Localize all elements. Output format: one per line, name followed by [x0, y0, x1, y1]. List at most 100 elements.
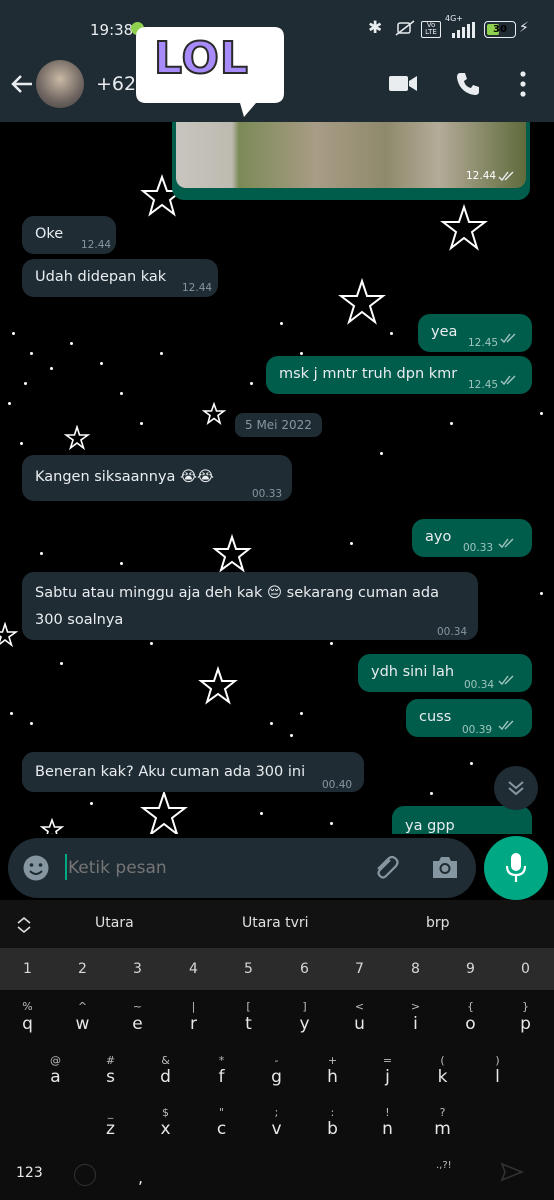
- key-7[interactable]: 7: [332, 961, 387, 977]
- key-m[interactable]: m: [415, 1119, 470, 1139]
- more-options-icon[interactable]: [518, 70, 528, 98]
- suggestion-3[interactable]: brp: [426, 915, 450, 931]
- symbols-key[interactable]: 123: [16, 1165, 43, 1181]
- key-f[interactable]: f: [194, 1067, 249, 1087]
- comma-key[interactable]: ,: [138, 1168, 143, 1187]
- key-u[interactable]: u: [332, 1014, 387, 1034]
- battery-icon: 30: [484, 21, 516, 38]
- message-time: 00.39: [462, 724, 493, 736]
- voice-record-button[interactable]: [484, 836, 548, 900]
- camera-icon[interactable]: [430, 853, 460, 881]
- wallpaper-star: [140, 790, 188, 834]
- punctuation-key[interactable]: .,?!: [436, 1160, 452, 1171]
- incoming-message[interactable]: Oke 12.44: [22, 216, 116, 254]
- outgoing-message[interactable]: yea 12.45: [418, 314, 532, 352]
- key-hint: {: [467, 1000, 474, 1013]
- outgoing-message[interactable]: ya gpp: [392, 806, 532, 834]
- wallpaper-star: [212, 534, 252, 573]
- key-hint: *: [218, 1054, 225, 1067]
- message-text-line2: 300 soalnya: [35, 612, 124, 628]
- message-text: msk j mntr truh dpn kmr: [279, 366, 458, 382]
- video-call-icon[interactable]: [388, 72, 418, 96]
- status-time: 19:38: [90, 21, 134, 39]
- read-ticks-icon: [498, 720, 514, 731]
- read-ticks-icon: [498, 171, 514, 182]
- emoji-icon[interactable]: [22, 854, 50, 882]
- outgoing-message[interactable]: ayo 00.33: [412, 519, 532, 557]
- key-d[interactable]: d: [138, 1067, 193, 1087]
- image-message[interactable]: 12.44: [172, 122, 530, 200]
- key-e[interactable]: e: [110, 1014, 165, 1034]
- suggestion-1[interactable]: Utara: [95, 915, 134, 931]
- key-a[interactable]: a: [28, 1067, 83, 1087]
- key-r[interactable]: r: [166, 1014, 221, 1034]
- key-6[interactable]: 6: [277, 961, 332, 977]
- bluetooth-icon: ✱: [368, 18, 383, 38]
- key-hint: ]: [302, 1000, 307, 1013]
- incoming-message[interactable]: Sabtu atau minggu aja deh kak 😔 sekarang…: [22, 572, 478, 640]
- key-b[interactable]: b: [305, 1119, 360, 1139]
- message-text: ydh sini lah: [371, 664, 455, 680]
- key-y[interactable]: y: [277, 1014, 332, 1034]
- outgoing-message[interactable]: ydh sini lah 00.34: [358, 654, 532, 692]
- suggestion-2[interactable]: Utara tvri: [242, 915, 309, 931]
- key-4[interactable]: 4: [166, 961, 221, 977]
- key-3[interactable]: 3: [110, 961, 165, 977]
- key-s[interactable]: s: [83, 1067, 138, 1087]
- key-v[interactable]: v: [249, 1119, 304, 1139]
- emoji-key-icon[interactable]: [74, 1164, 96, 1186]
- key-k[interactable]: k: [415, 1067, 470, 1087]
- key-2[interactable]: 2: [55, 961, 110, 977]
- key-hint: >: [410, 1000, 421, 1013]
- key-j[interactable]: j: [360, 1067, 415, 1087]
- key-0[interactable]: 0: [498, 961, 553, 977]
- message-input[interactable]: [66, 852, 350, 884]
- key-hint: ;: [274, 1106, 279, 1119]
- key-i[interactable]: i: [388, 1014, 443, 1034]
- send-key-icon[interactable]: [500, 1162, 525, 1182]
- key-hint: ~: [132, 1000, 143, 1013]
- key-1[interactable]: 1: [0, 961, 55, 977]
- message-text: ayo: [425, 529, 452, 545]
- key-hint: -: [274, 1054, 279, 1067]
- key-hint: ^: [77, 1000, 88, 1013]
- outgoing-message[interactable]: msk j mntr truh dpn kmr 12.45: [266, 356, 532, 394]
- key-hint: _: [107, 1106, 114, 1119]
- volte-icon: Vo LTE: [421, 21, 441, 38]
- key-o[interactable]: o: [443, 1014, 498, 1034]
- key-5[interactable]: 5: [221, 961, 276, 977]
- incoming-message[interactable]: Beneran kak? Aku cuman ada 300 ini 00.40: [22, 752, 364, 792]
- key-h[interactable]: h: [305, 1067, 360, 1087]
- key-hint: #: [105, 1054, 116, 1067]
- incoming-message[interactable]: Kangen siksaannya 😭😭 00.33: [22, 455, 292, 501]
- key-l[interactable]: l: [470, 1067, 525, 1087]
- key-9[interactable]: 9: [443, 961, 498, 977]
- message-input-bar: [8, 838, 476, 898]
- avatar[interactable]: [36, 60, 84, 108]
- lol-sticker: LOL: [136, 27, 284, 117]
- scroll-to-bottom-button[interactable]: [494, 766, 538, 810]
- key-n[interactable]: n: [360, 1119, 415, 1139]
- back-arrow-icon[interactable]: [8, 70, 36, 98]
- message-time: 12.44: [81, 239, 112, 251]
- sticker-text: LOL: [153, 32, 249, 85]
- key-c[interactable]: c: [194, 1119, 249, 1139]
- incoming-message[interactable]: Udah didepan kak 12.44: [22, 259, 218, 297]
- key-hint: =: [382, 1054, 393, 1067]
- wallpaper-star: [40, 818, 64, 834]
- key-q[interactable]: q: [0, 1014, 55, 1034]
- key-x[interactable]: x: [138, 1119, 193, 1139]
- key-t[interactable]: t: [221, 1014, 276, 1034]
- key-g[interactable]: g: [249, 1067, 304, 1087]
- key-8[interactable]: 8: [388, 961, 443, 977]
- attach-icon[interactable]: [370, 852, 400, 882]
- key-w[interactable]: w: [55, 1014, 110, 1034]
- expand-toolbar-icon[interactable]: [16, 916, 32, 934]
- key-hint: $: [162, 1106, 169, 1119]
- phone-call-icon[interactable]: [455, 71, 481, 97]
- chat-area[interactable]: 12.44 Oke 12.44 Udah didepan kak 12.44 y…: [0, 122, 554, 834]
- message-time: 12.44: [466, 170, 497, 182]
- outgoing-message[interactable]: cuss 00.39: [406, 699, 532, 737]
- key-p[interactable]: p: [498, 1014, 553, 1034]
- key-z[interactable]: z: [83, 1119, 138, 1139]
